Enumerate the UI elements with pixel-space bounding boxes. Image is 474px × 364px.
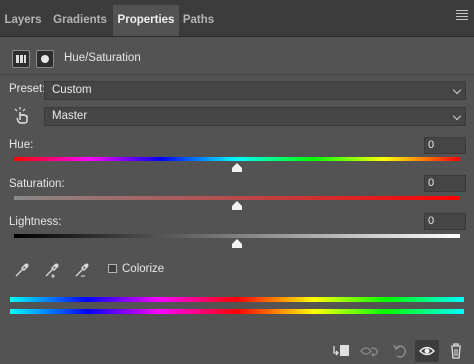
panel-tab-bar: Layers Gradients Properties Paths [0,0,474,37]
eyedropper-subtract-icon[interactable] [72,260,92,280]
view-previous-state-icon[interactable] [358,340,382,362]
output-color-spectrum-bar [10,309,464,314]
hue-slider-track[interactable] [14,157,460,161]
saturation-label: Saturation: [9,178,65,190]
delete-trash-icon[interactable] [444,340,468,362]
saturation-value-field[interactable]: 0 [424,175,466,192]
layer-mask-icon[interactable] [36,50,54,68]
saturation-slider-thumb[interactable] [232,201,242,210]
clip-to-layer-icon[interactable] [329,340,353,362]
tab-layers[interactable]: Layers [0,5,46,36]
adjustment-title: Hue/Saturation [64,52,141,64]
header-divider [0,74,474,75]
channel-value: Master [52,110,88,122]
lightness-slider-track[interactable] [14,234,460,238]
input-color-spectrum-bar [10,297,464,302]
visibility-eye-icon[interactable] [415,340,439,362]
on-image-adjustment-hand-icon[interactable] [12,106,32,126]
hue-slider-thumb[interactable] [232,163,242,172]
tab-gradients[interactable]: Gradients [47,5,113,36]
lightness-value-field[interactable]: 0 [424,213,466,230]
hue-label: Hue: [9,139,34,151]
eyedropper-icon[interactable] [12,260,32,280]
colorize-checkbox[interactable] [108,264,117,273]
channel-dropdown[interactable]: Master [44,107,466,126]
preset-label: Preset: [9,83,46,95]
tab-properties[interactable]: Properties [113,5,179,36]
saturation-slider-track[interactable] [14,196,460,200]
colorize-label: Colorize [122,263,165,275]
eyedropper-add-icon[interactable] [42,260,62,280]
adjustment-header: Hue/Saturation [0,44,474,72]
preset-dropdown[interactable]: Custom [44,81,466,100]
chevron-down-icon [452,111,462,121]
chevron-down-icon [452,85,462,95]
lightness-label: Lightness: [9,216,62,228]
lightness-slider-thumb[interactable] [232,239,242,248]
adjustment-grid-icon[interactable] [12,50,30,68]
reset-icon[interactable] [388,340,412,362]
tab-paths[interactable]: Paths [180,5,217,36]
panel-menu-icon[interactable] [456,10,468,22]
hue-value-field[interactable]: 0 [424,137,466,154]
preset-value: Custom [52,84,92,96]
panel-footer [0,337,474,364]
